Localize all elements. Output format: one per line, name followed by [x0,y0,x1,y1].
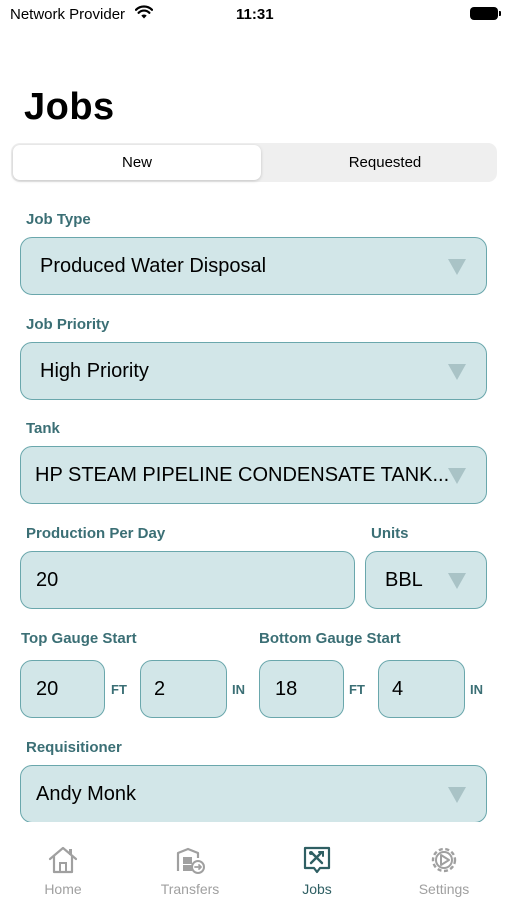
dropdown-arrow-icon [448,468,466,484]
bottom-gauge-ft-unit: FT [349,682,365,697]
top-gauge-ft-unit: FT [111,682,127,697]
jobs-icon [301,844,333,876]
tab-transfers[interactable]: Transfers [127,822,253,900]
job-priority-value: High Priority [40,360,149,382]
tank-select[interactable]: HP STEAM PIPELINE CONDENSATE TANK... [20,446,487,504]
segment-requested[interactable]: Requested [263,145,507,180]
segmented-control: New Requested [11,143,497,182]
tab-settings[interactable]: Settings [381,822,507,900]
bottom-gauge-in-value: 4 [392,678,404,700]
dropdown-arrow-icon [448,573,466,589]
top-gauge-ft-input[interactable]: 20 [20,660,105,718]
bottom-gauge-in-unit: IN [470,682,483,697]
dropdown-arrow-icon [448,259,466,275]
dropdown-arrow-icon [448,787,466,803]
units-label: Units [371,525,409,542]
requisitioner-label: Requisitioner [26,739,122,756]
settings-icon [428,844,460,876]
tank-value: HP STEAM PIPELINE CONDENSATE TANK... [35,464,450,486]
units-select[interactable]: BBL [365,551,487,609]
production-value: 20 [36,569,59,591]
top-gauge-in-input[interactable]: 2 [140,660,227,718]
segment-new[interactable]: New [13,145,261,180]
requisitioner-value: Andy Monk [36,783,137,805]
dropdown-arrow-icon [448,364,466,380]
production-input[interactable]: 20 [20,551,355,609]
job-priority-select[interactable]: High Priority [20,342,487,400]
home-icon [47,844,79,876]
bottom-gauge-ft-input[interactable]: 18 [259,660,344,718]
tab-transfers-label: Transfers [160,881,220,897]
job-type-label: Job Type [26,211,91,228]
tab-home-label: Home [44,881,82,897]
bottom-gauge-label: Bottom Gauge Start [259,630,401,647]
transfers-icon [174,844,206,876]
top-gauge-in-value: 2 [154,678,166,700]
tab-settings-label: Settings [418,881,470,897]
bottom-gauge-ft-value: 18 [275,678,298,700]
wifi-icon [134,5,154,24]
tab-bar: Home Transfers Jobs Settings [0,822,507,900]
job-type-value: Produced Water Disposal [40,255,267,277]
job-priority-label: Job Priority [26,316,110,333]
status-bar: Network Provider 11:31 [0,0,507,30]
tank-label: Tank [26,420,60,437]
requisitioner-select[interactable]: Andy Monk [20,765,487,823]
top-gauge-in-unit: IN [232,682,245,697]
tab-jobs[interactable]: Jobs [254,822,380,900]
top-gauge-ft-value: 20 [36,678,59,700]
tab-home[interactable]: Home [0,822,126,900]
clock: 11:31 [236,6,274,23]
page-title: Jobs [24,86,115,128]
job-type-select[interactable]: Produced Water Disposal [20,237,487,295]
production-label: Production Per Day [26,525,166,542]
units-value: BBL [385,569,423,591]
bottom-gauge-in-input[interactable]: 4 [378,660,465,718]
tab-jobs-label: Jobs [302,881,332,897]
top-gauge-label: Top Gauge Start [21,630,137,647]
battery-icon [470,7,501,20]
carrier-name: Network Provider [10,6,126,23]
